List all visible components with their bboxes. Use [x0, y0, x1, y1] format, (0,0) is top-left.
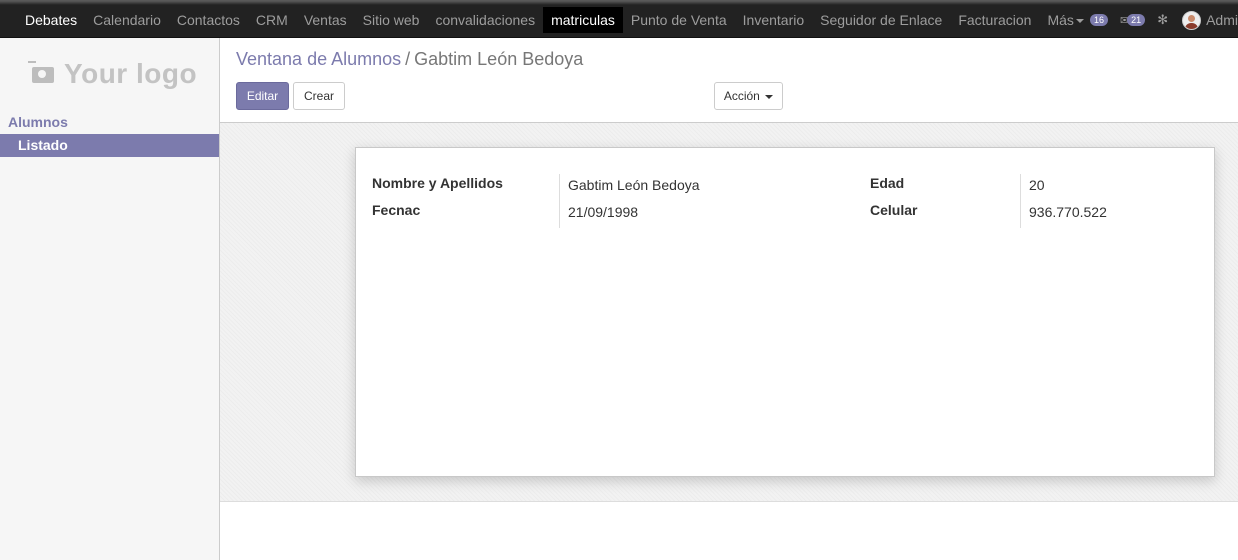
menu-item-punto-de-venta[interactable]: Punto de Venta [623, 7, 735, 33]
action-dropdown[interactable]: Acción [714, 82, 783, 110]
menu-item-convalidaciones[interactable]: convalidaciones [427, 7, 543, 33]
messages-button[interactable]: 16 [1089, 14, 1108, 26]
field-label-edad: Edad [870, 175, 905, 191]
top-navbar: Debates Calendario Contactos CRM Ventas … [0, 0, 1238, 38]
navbar-edge [0, 0, 1238, 5]
chevron-down-icon [1075, 19, 1084, 24]
field-label-fecnac: Fecnac [372, 202, 421, 218]
menu-item-crm[interactable]: CRM [248, 7, 296, 33]
menu-item-seguidor-de-enlace[interactable]: Seguidor de Enlace [812, 7, 950, 33]
field-label-celular: Celular [870, 202, 918, 218]
menu-item-ventas[interactable]: Ventas [296, 7, 355, 33]
camera-icon [28, 61, 54, 83]
sidebar-item-listado[interactable]: Listado [0, 134, 219, 157]
menu-item-contactos[interactable]: Contactos [169, 7, 248, 33]
menu-item-debates[interactable]: Debates [16, 7, 85, 33]
field-value-nombre: Gabtim León Bedoya [568, 177, 700, 193]
breadcrumb: Ventana de Alumnos / Gabtim León Bedoya [236, 49, 583, 70]
main-menu: Debates Calendario Contactos CRM Ventas … [16, 7, 1092, 33]
breadcrumb-separator: / [405, 49, 411, 69]
field-value-edad: 20 [1029, 177, 1045, 193]
sidebar-item-label: Listado [18, 137, 68, 153]
menu-item-mas[interactable]: Más [1039, 7, 1091, 33]
field-label-nombre: Nombre y Apellidos [372, 175, 503, 191]
action-dropdown-label: Acción [723, 89, 760, 103]
sidebar-section-alumnos: Alumnos [8, 114, 68, 130]
messages-count-badge: 16 [1089, 14, 1108, 26]
edit-button[interactable]: Editar [236, 82, 289, 110]
chevron-down-icon [765, 94, 774, 99]
breadcrumb-parent-link[interactable]: Ventana de Alumnos [236, 49, 401, 69]
avatar[interactable] [1182, 10, 1202, 30]
bug-icon[interactable]: ✻ [1157, 12, 1168, 28]
field-divider [1020, 174, 1021, 228]
menu-item-matriculas[interactable]: matriculas [543, 7, 623, 33]
menu-item-sitio-web[interactable]: Sitio web [355, 7, 428, 33]
menu-item-mas-label: Más [1047, 12, 1074, 28]
menu-item-facturacion[interactable]: Facturacion [950, 7, 1039, 33]
field-divider [559, 174, 560, 228]
menu-item-inventario[interactable]: Inventario [735, 7, 812, 33]
sidebar: Your logo Alumnos Listado [0, 38, 220, 560]
menu-item-calendario[interactable]: Calendario [85, 7, 169, 33]
form-view: Nombre y Apellidos Gabtim León Bedoya Fe… [220, 123, 1238, 502]
user-menu-label[interactable]: Admi [1206, 12, 1238, 28]
chat-count-badge: 21 [1127, 14, 1146, 26]
logo-text: Your logo [64, 58, 198, 89]
form-sheet: Nombre y Apellidos Gabtim León Bedoya Fe… [355, 147, 1215, 477]
company-logo[interactable]: Your logo [28, 58, 198, 90]
systray: 16 ✉ 21 ✻ Admi [1089, 7, 1238, 33]
chat-button[interactable]: ✉ 21 [1120, 14, 1146, 27]
field-value-fecnac: 21/09/1998 [568, 204, 639, 220]
breadcrumb-current: Gabtim León Bedoya [414, 49, 584, 69]
control-panel: Ventana de Alumnos / Gabtim León Bedoya Ed… [220, 38, 1238, 123]
field-value-celular: 936.770.522 [1029, 204, 1107, 220]
create-button[interactable]: Crear [293, 82, 345, 110]
